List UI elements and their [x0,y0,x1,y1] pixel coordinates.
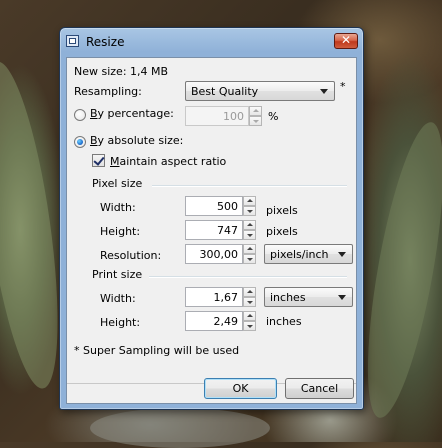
new-size-label: New size: 1,4 MB [74,65,169,78]
resolution-spinner[interactable] [243,244,256,264]
spin-up-icon[interactable] [243,244,256,254]
pixel-height-spinner[interactable] [243,220,256,240]
pixel-height-value: 747 [217,224,238,237]
background-bark-right [352,117,442,423]
pixel-height-label: Height: [100,225,141,238]
cancel-button[interactable]: Cancel [285,378,354,399]
resampling-select[interactable]: Best Quality [185,81,335,101]
resolution-input[interactable]: 300,00 [185,244,243,264]
print-height-spinner[interactable] [243,311,256,331]
pixel-width-unit: pixels [266,204,298,217]
spin-up-icon[interactable] [249,106,262,116]
resampling-footnote-mark: * [340,80,346,93]
resolution-value: 300,00 [199,248,239,261]
spin-up-icon[interactable] [243,311,256,321]
percentage-value: 100 [223,110,244,123]
pixel-height-input[interactable]: 747 [185,220,243,240]
by-percentage-label[interactable]: By percentage: [90,107,174,120]
resize-window-icon [66,35,79,47]
resize-dialog: Resize ✕ New size: 1,4 MB Resampling: Be… [59,27,364,410]
spin-up-icon[interactable] [243,287,256,297]
chevron-down-icon [338,295,346,300]
ok-button[interactable]: OK [204,378,277,399]
print-size-heading: Print size [92,268,143,281]
by-absolute-size-radio[interactable] [74,136,86,148]
pixel-width-label: Width: [100,201,136,214]
maintain-aspect-label[interactable]: Maintain aspect ratio [110,155,226,168]
resampling-label: Resampling: [74,85,142,98]
spin-up-icon[interactable] [243,220,256,230]
pixel-width-input[interactable]: 500 [185,196,243,216]
print-width-input[interactable]: 1,67 [185,287,243,307]
chevron-down-icon [320,89,328,94]
spin-down-icon[interactable] [243,297,256,307]
print-width-spinner[interactable] [243,287,256,307]
percentage-unit: % [268,110,279,123]
print-height-input[interactable]: 2,49 [185,311,243,331]
spin-down-icon[interactable] [243,230,256,240]
print-height-unit: inches [266,315,302,328]
spin-down-icon[interactable] [243,321,256,331]
resolution-unit-select[interactable]: pixels/inch [264,244,353,264]
title-bar[interactable]: Resize ✕ [60,28,363,56]
print-width-unit-select[interactable]: inches [264,287,353,307]
spin-down-icon[interactable] [243,206,256,216]
close-button[interactable]: ✕ [334,33,358,49]
window-title: Resize [86,35,125,49]
percentage-input[interactable]: 100 [185,106,249,126]
by-absolute-size-label[interactable]: By absolute size: [90,134,183,147]
dialog-content: New size: 1,4 MB Resampling: Best Qualit… [66,57,357,404]
super-sampling-note: * Super Sampling will be used [74,344,240,357]
print-width-unit-value: inches [270,291,306,304]
by-percentage-radio[interactable] [74,109,86,121]
close-icon: ✕ [340,33,352,47]
resolution-unit-value: pixels/inch [270,248,329,261]
print-width-label: Width: [100,292,136,305]
spin-up-icon[interactable] [243,196,256,206]
maintain-aspect-checkbox[interactable] [92,154,105,167]
print-height-label: Height: [100,316,141,329]
resolution-label: Resolution: [100,249,162,262]
pixel-size-heading: Pixel size [92,177,143,190]
percentage-spinner[interactable] [249,106,262,126]
background-stone-bottom [90,408,270,448]
print-size-divider [149,276,347,278]
chevron-down-icon [338,252,346,257]
spin-down-icon[interactable] [249,116,262,126]
pixel-size-divider [152,185,347,187]
print-height-value: 2,49 [213,315,239,328]
pixel-height-unit: pixels [266,225,298,238]
pixel-width-value: 500 [217,200,238,213]
spin-down-icon[interactable] [243,254,256,264]
pixel-width-spinner[interactable] [243,196,256,216]
resampling-value: Best Quality [191,85,259,98]
print-width-value: 1,67 [213,291,239,304]
